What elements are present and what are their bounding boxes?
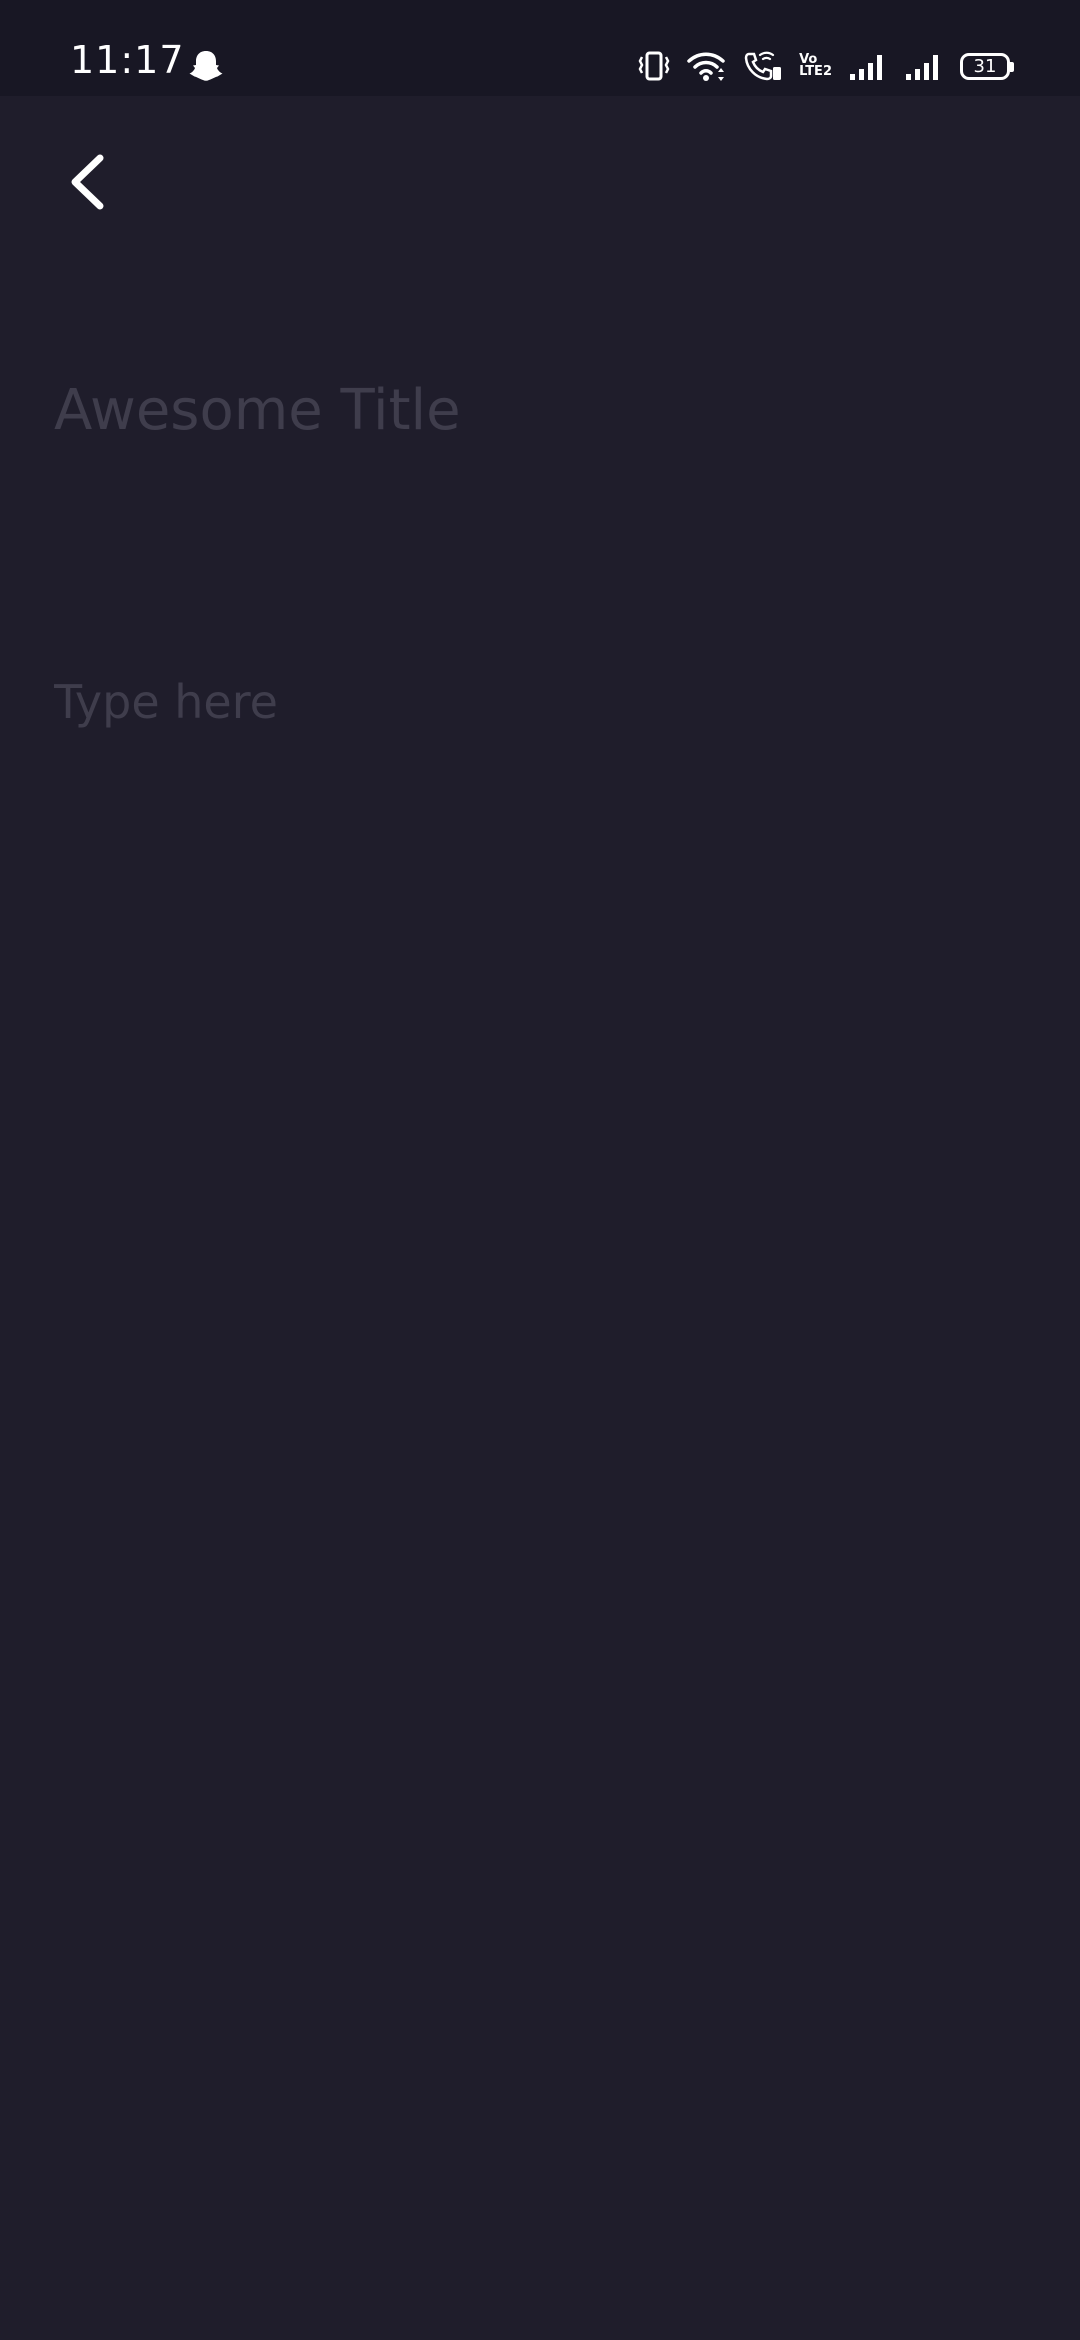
battery-level: 31 [973,55,997,77]
note-title-input[interactable] [54,370,1024,450]
signal-strength-icon-sim1 [850,55,882,80]
wifi-icon [687,52,725,81]
status-bar: 11:17 Vo LTE2 31 [0,0,1080,96]
note-body-input[interactable] [54,675,1024,2175]
note-editor-screen: 11:17 Vo LTE2 31 Awesome Title Type here [0,0,1080,2340]
lte-label: LTE2 [799,64,832,79]
volte-indicator: Vo LTE2 [799,53,832,79]
battery-icon: 31 [960,52,1014,80]
vibrate-icon [638,51,670,81]
signal-strength-icon-sim2 [906,55,938,80]
snapchat-ghost-icon [189,51,223,81]
wifi-calling-icon [744,51,782,81]
status-icons: Vo LTE2 31 [637,48,1014,84]
chevron-left-icon [71,154,104,210]
back-button[interactable] [50,140,130,230]
status-time: 11:17 [70,38,185,82]
